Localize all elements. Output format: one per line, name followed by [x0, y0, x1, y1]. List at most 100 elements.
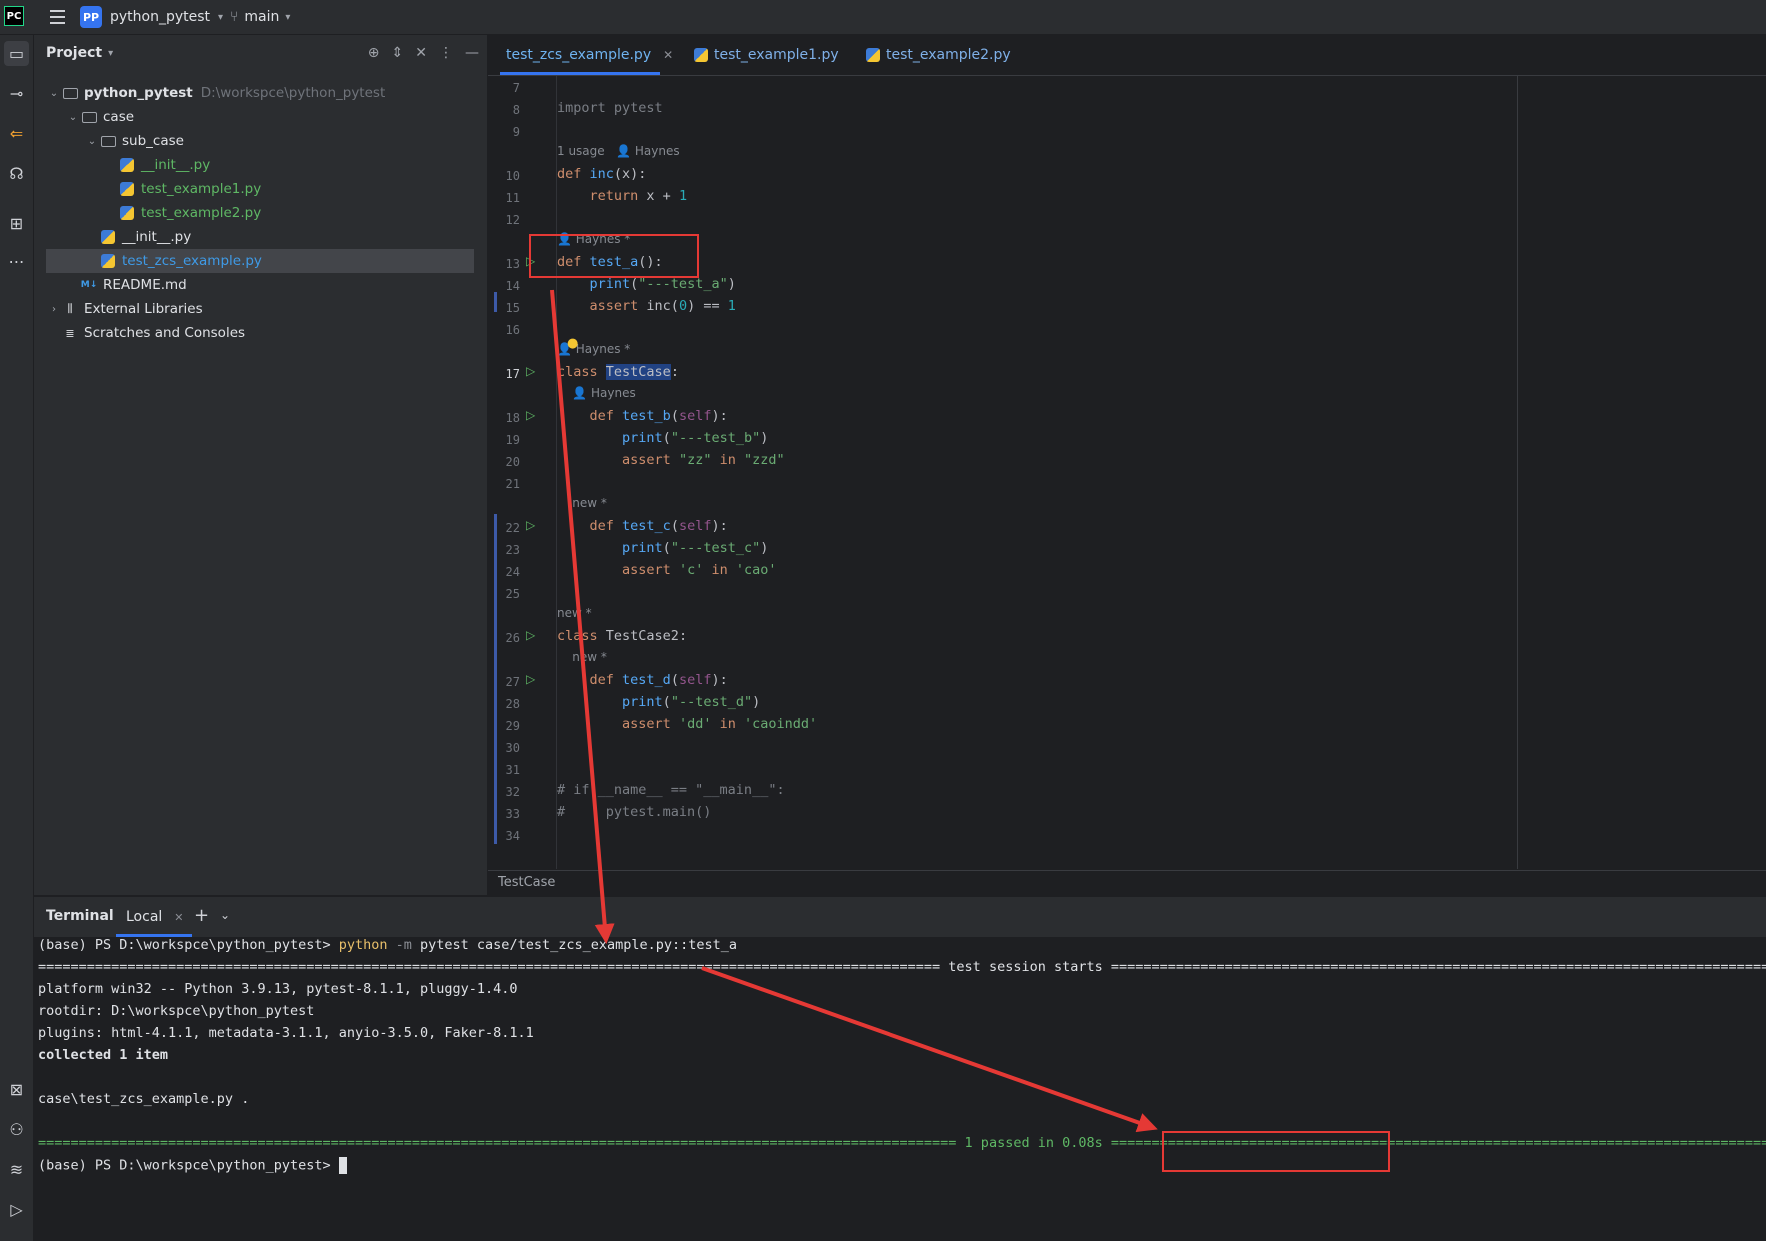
line-number: 34	[505, 829, 520, 843]
line-number: 27	[505, 675, 520, 689]
tree-item-init-py[interactable]: __init__.py	[46, 225, 474, 249]
python-file-icon	[119, 181, 135, 197]
code-line-18: def test_b(self):	[589, 408, 728, 424]
line-number: 24	[505, 565, 520, 579]
python-file-icon	[119, 205, 135, 221]
line-number: 28	[505, 697, 520, 711]
tree-item-label: test_zcs_example.py	[122, 253, 262, 269]
breadcrumb-item[interactable]: TestCase	[498, 875, 555, 890]
services-icon[interactable]: ▷	[4, 1197, 29, 1222]
run-testcase2-icon[interactable]: ▷	[526, 628, 535, 642]
line-number: 19	[505, 433, 520, 447]
close-icon[interactable]: ✕	[174, 911, 183, 924]
new-hint[interactable]: new *	[557, 606, 592, 620]
run-test-b-icon[interactable]: ▷	[526, 408, 535, 422]
locate-icon[interactable]: ⊕	[368, 45, 380, 61]
tree-item-external-libraries[interactable]: › ⫼ External Libraries	[46, 297, 474, 321]
chevron-right-icon[interactable]: ›	[46, 304, 62, 315]
line-number: 10	[505, 169, 520, 183]
terminal-tab-label: Local	[126, 909, 163, 925]
code-line-33: # pytest.main()	[557, 804, 712, 820]
project-panel-actions: ⊕ ⇕ ✕ ⋮ —	[368, 45, 479, 61]
structure-icon[interactable]: ⊞	[4, 211, 29, 236]
chevron-down-icon[interactable]: ⌄	[65, 112, 81, 123]
commit-icon[interactable]: ⊸	[4, 81, 29, 106]
tree-item-python-pytest[interactable]: ⌄ python_pytest D:\workspce\python_pytest	[46, 81, 474, 105]
tree-item-label: test_example2.py	[141, 205, 262, 221]
project-badge: PP	[80, 6, 102, 28]
collapse-all-icon[interactable]: ✕	[415, 45, 427, 61]
line-number: 13	[505, 257, 520, 271]
code-editor[interactable]: import pytest 1 usage 👤 Haynes def inc(x…	[557, 76, 1766, 869]
right-margin-guide	[1517, 76, 1518, 869]
more-tools-icon[interactable]: ⋯	[4, 249, 29, 274]
tab-test-example1[interactable]: test_example1.py	[694, 35, 839, 75]
tree-item-test-example1-py[interactable]: test_example1.py	[46, 177, 474, 201]
line-number: 25	[505, 587, 520, 601]
project-folder-icon[interactable]: ▭	[4, 41, 29, 66]
layers-icon[interactable]: ≋	[4, 1157, 29, 1182]
tree-item-test-zcs-example-py[interactable]: test_zcs_example.py	[46, 249, 474, 273]
library-icon: ⫼	[67, 302, 73, 315]
branch-name: main	[244, 9, 280, 25]
line-number: 33	[505, 807, 520, 821]
left-tool-strip: ▭ ⊸ ⇐ ☊ ⊞ ⋯ ⊠ ⚇ ≋ ▷	[0, 35, 34, 1241]
terminal-command-line: (base) PS D:\workspce\python_pytest> pyt…	[38, 937, 738, 953]
code-line-8: import pytest	[557, 100, 663, 116]
passed-summary-line: ========================================…	[38, 1135, 1766, 1151]
run-test-d-icon[interactable]: ▷	[526, 672, 535, 686]
tab-test-example2[interactable]: test_example2.py	[866, 35, 1011, 75]
breadcrumb: TestCase	[488, 870, 1766, 895]
tree-item-label: case	[103, 109, 135, 125]
line-number: 23	[505, 543, 520, 557]
tree-item-readme-md[interactable]: M↓ README.md	[46, 273, 474, 297]
chevron-down-icon[interactable]: ⌄	[46, 88, 62, 99]
hide-icon[interactable]: —	[465, 45, 479, 61]
new-hint[interactable]: new *	[557, 496, 607, 510]
main-menu-icon[interactable]	[44, 4, 70, 30]
lightbulb-icon[interactable]: ●	[567, 336, 578, 351]
close-icon[interactable]: ✕	[663, 48, 673, 62]
tree-item-test-example2-py[interactable]: test_example2.py	[46, 201, 474, 225]
tree-item-label: External Libraries	[84, 301, 203, 317]
pull-requests-icon[interactable]: ⇐	[4, 121, 29, 146]
code-line-24: assert 'c' in 'cao'	[622, 562, 777, 578]
line-number: 16	[505, 323, 520, 337]
project-switcher[interactable]: PP python_pytest ▾	[80, 4, 223, 30]
branch-switcher[interactable]: ⑂ main ▾	[230, 4, 290, 30]
excel-icon[interactable]: ⊠	[4, 1077, 29, 1102]
tree-path-hint: D:\workspce\python_pytest	[200, 85, 386, 101]
code-line-10: def inc(x):	[557, 166, 647, 182]
tree-item-scratches-and-consoles[interactable]: ≣ Scratches and Consoles	[46, 321, 474, 345]
options-icon[interactable]: ⋮	[439, 45, 453, 61]
expand-all-icon[interactable]: ⇕	[392, 45, 404, 61]
author-hint[interactable]: 👤 Haynes	[557, 386, 635, 400]
project-name: python_pytest	[110, 9, 211, 25]
python-console-icon[interactable]: ⚇	[4, 1117, 29, 1142]
tree-item-case[interactable]: ⌄ case	[46, 105, 474, 129]
chevron-down-icon: ▾	[218, 11, 224, 23]
code-line-17: class TestCase:	[557, 364, 679, 380]
new-tab-plus-icon[interactable]: +	[194, 905, 209, 926]
tree-item-sub-case[interactable]: ⌄ sub_case	[46, 129, 474, 153]
line-number: 29	[505, 719, 520, 733]
collected-line: collected 1 item	[38, 1047, 169, 1063]
python-file-icon	[100, 253, 116, 269]
rootdir-line: rootdir: D:\workspce\python_pytest	[38, 1003, 315, 1019]
chevron-down-icon[interactable]: ⌄	[220, 908, 230, 922]
annotation-box-passed	[1162, 1131, 1390, 1172]
chevron-down-icon[interactable]: ⌄	[84, 136, 100, 147]
terminal-tab-local[interactable]: Local ✕	[116, 897, 192, 937]
usage-hint[interactable]: 1 usage 👤 Haynes	[557, 144, 680, 158]
run-testcase-icon[interactable]: ▷	[526, 364, 535, 378]
code-line-14: print("---test_a")	[589, 276, 736, 292]
tab-test-zcs-example[interactable]: test_zcs_example.py ✕	[500, 35, 673, 75]
run-test-c-icon[interactable]: ▷	[526, 518, 535, 532]
project-panel-header[interactable]: Project ▾	[46, 45, 113, 61]
terminal-output[interactable]: (base) PS D:\workspce\python_pytest> pyt…	[34, 937, 1766, 1241]
new-hint[interactable]: new *	[557, 650, 607, 664]
github-copilot-icon[interactable]: ☊	[4, 161, 29, 186]
project-panel: Project ▾ ⊕ ⇕ ✕ ⋮ — ⌄ python_pytest D:\wor…	[34, 35, 488, 895]
line-number: 14	[505, 279, 520, 293]
tree-item-init-py[interactable]: __init__.py	[46, 153, 474, 177]
